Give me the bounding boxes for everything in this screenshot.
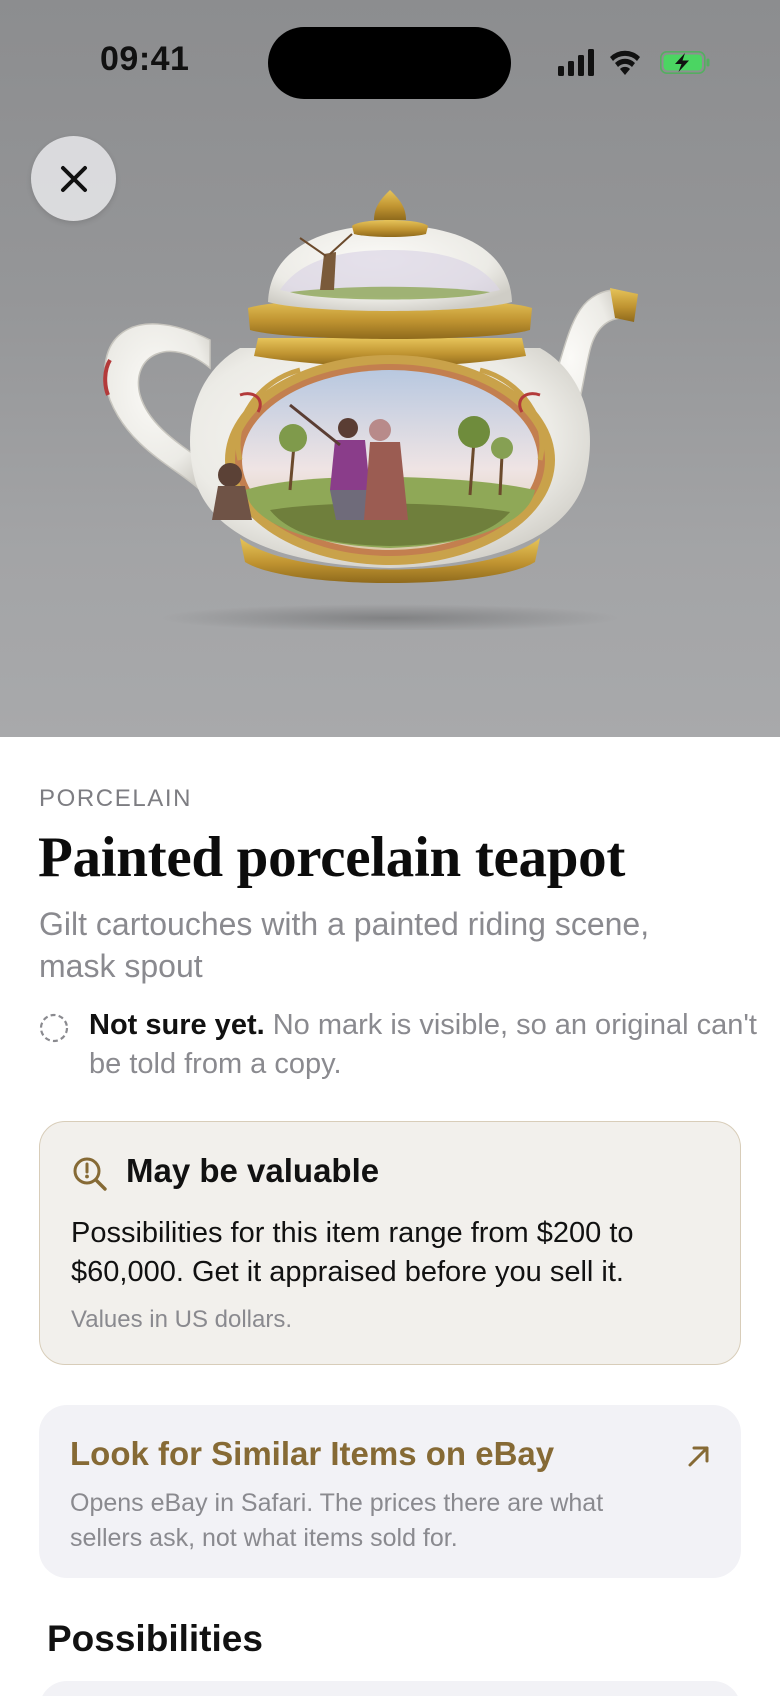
hero-image: 09:41 — [0, 0, 780, 737]
status-time: 09:41 — [100, 40, 190, 78]
ebay-card-title: Look for Similar Items on eBay — [70, 1435, 555, 1472]
value-card-title: May be valuable — [126, 1152, 380, 1189]
status-label: Not sure yet. — [89, 1009, 265, 1041]
battery-charging-icon — [660, 51, 710, 74]
dynamic-island — [268, 27, 511, 99]
wifi-icon — [610, 50, 640, 75]
value-card-note: Values in US dollars. — [71, 1306, 292, 1333]
possibilities-heading: Possibilities — [47, 1618, 263, 1659]
close-icon — [60, 165, 87, 192]
signal-icon — [558, 49, 594, 76]
value-card-body: Possibilities for this item range from $… — [71, 1217, 634, 1288]
ebay-card-subtitle: Opens eBay in Safari. The prices there a… — [70, 1489, 604, 1552]
status-icons — [558, 49, 710, 76]
valuable-notice-card: May be valuable Possibilities for this i… — [39, 1121, 741, 1365]
teapot-image — [103, 190, 638, 630]
item-title: Painted porcelain teapot — [38, 826, 626, 889]
item-subtitle: Gilt cartouches with a painted riding sc… — [39, 906, 650, 984]
external-arrow-icon — [688, 1446, 709, 1467]
magnifier-alert-icon — [73, 1157, 107, 1191]
ebay-search-button[interactable]: Look for Similar Items on eBay Opens eBa… — [39, 1405, 741, 1578]
possibilities-card — [39, 1681, 741, 1696]
status-text: Not sure yet. No mark is visible, so an … — [89, 1006, 769, 1084]
item-category: PORCELAIN — [39, 785, 193, 812]
pending-dashed-circle-icon — [39, 1013, 69, 1043]
